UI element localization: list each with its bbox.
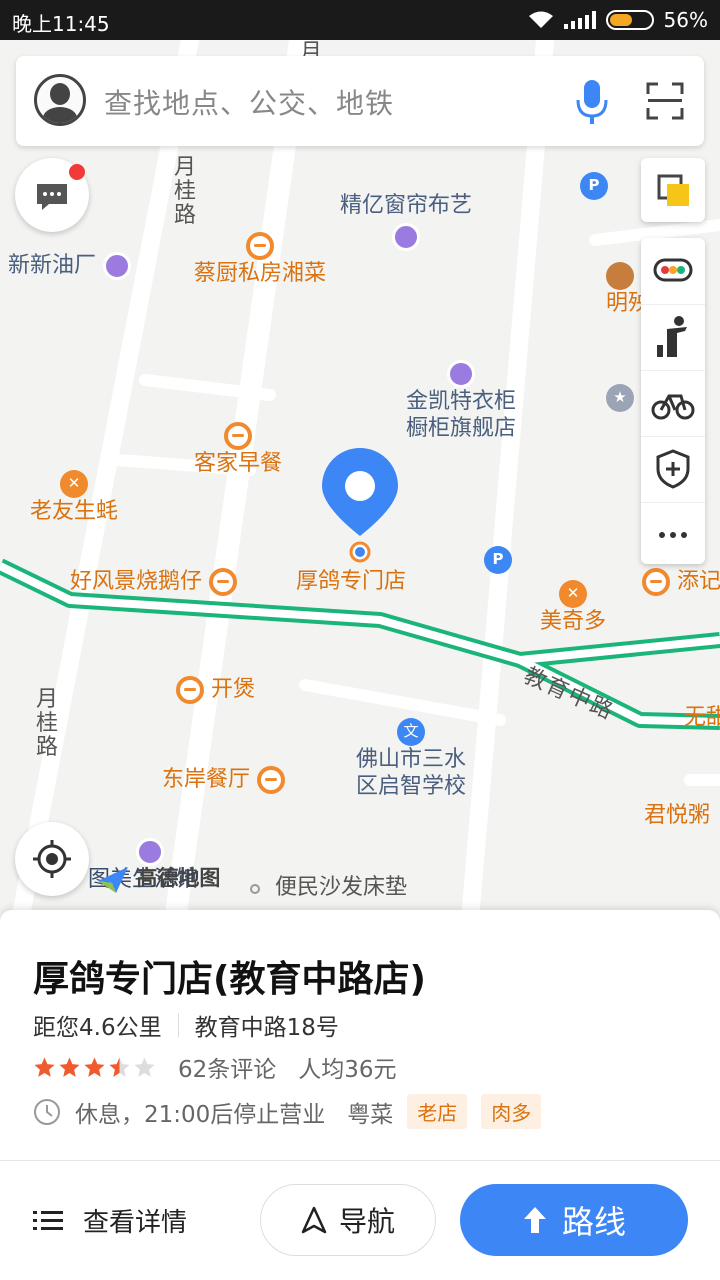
- poi-kejia[interactable]: 客家早餐: [194, 422, 282, 477]
- poi-jingyi[interactable]: 精亿窗帘布艺: [340, 192, 472, 251]
- microphone-icon[interactable]: [574, 78, 610, 126]
- map-tools: [641, 238, 705, 564]
- avatar[interactable]: [34, 74, 86, 126]
- poi-wuzhi[interactable]: 无甜: [684, 704, 720, 731]
- locate-button[interactable]: [15, 822, 89, 896]
- poi-kaibao[interactable]: 开煲: [176, 676, 255, 704]
- place-distance: 距您4.6公里: [33, 1015, 162, 1041]
- parking-icon[interactable]: P: [484, 546, 512, 574]
- star-icon: [59, 1056, 80, 1077]
- details-button[interactable]: 查看详情: [33, 1202, 187, 1239]
- street-view-button[interactable]: [641, 304, 705, 368]
- message-button[interactable]: [15, 158, 89, 232]
- restaurant-icon: [246, 232, 274, 260]
- place-card[interactable]: 厚鸽专门店(教育中路店) 距您4.6公里 教育中路18号 62条评论 人均36元…: [0, 910, 720, 1280]
- place-address: 教育中路18号: [194, 1015, 339, 1041]
- restaurant-icon: [209, 568, 238, 596]
- poi-meiqiduo[interactable]: ✕ 美奇多: [540, 580, 606, 635]
- review-count[interactable]: 62条评论: [178, 1050, 276, 1084]
- wifi-icon: [528, 11, 553, 28]
- fork-knife-icon: ✕: [60, 470, 88, 498]
- fork-knife-icon: ✕: [559, 580, 587, 608]
- school-icon: 文: [397, 718, 425, 746]
- search-bar[interactable]: 查找地点、公交、地铁: [16, 56, 704, 146]
- shop-icon: [392, 223, 420, 251]
- location-pin-icon: [322, 448, 398, 563]
- clock-icon: [34, 1098, 60, 1125]
- status-time: 晚上11:45: [12, 12, 110, 36]
- person-icon: [657, 315, 687, 357]
- battery-percent: 56%: [663, 8, 708, 32]
- search-input[interactable]: 查找地点、公交、地铁: [104, 82, 394, 122]
- poi-tianji[interactable]: 添记: [642, 568, 720, 596]
- navigate-label: 导航: [338, 1205, 395, 1238]
- poi-bianmin[interactable]: 便民沙发床垫: [250, 874, 407, 901]
- star-icon: [34, 1056, 55, 1077]
- battery-icon: [605, 10, 654, 30]
- tag-badge: 老店: [407, 1094, 468, 1129]
- restaurant-icon: [642, 568, 670, 596]
- place-category: 粤菜: [347, 1101, 394, 1128]
- star-icon: [134, 1056, 155, 1077]
- restaurant-icon: [176, 676, 204, 704]
- road-label-yuegui-top: 月桂路: [174, 155, 197, 228]
- star-icon: [84, 1056, 105, 1077]
- hotel-icon: [606, 262, 634, 290]
- shop-icon: [103, 252, 132, 280]
- poi-jinkai[interactable]: 金凯特衣柜 橱柜旗舰店: [406, 360, 516, 442]
- navigation-arrow-icon: [301, 1206, 327, 1234]
- status-bar: 晚上11:45 56%: [0, 0, 720, 40]
- more-button[interactable]: [641, 502, 705, 566]
- list-icon: [33, 1210, 63, 1230]
- rating-stars: [33, 1056, 156, 1079]
- poi-dongan[interactable]: 东岸餐厅: [162, 766, 286, 794]
- traffic-icon: [653, 258, 693, 282]
- restaurant-icon: [224, 422, 252, 450]
- poi-junyue[interactable]: 君悦粥: [644, 802, 710, 829]
- poi-xinxin[interactable]: 新新油厂: [8, 252, 132, 280]
- parking-icon[interactable]: P: [580, 172, 608, 200]
- opening-hours: 休息，21:00后停止营业: [75, 1101, 326, 1128]
- poi-target[interactable]: 厚鸽专门店: [296, 568, 406, 595]
- navigate-button[interactable]: 导航: [260, 1184, 436, 1256]
- notification-dot: [69, 164, 85, 180]
- shield-icon: [656, 448, 690, 489]
- safety-button[interactable]: [641, 436, 705, 500]
- poi-laoyou[interactable]: ✕ 老友生蚝: [30, 470, 118, 525]
- restaurant-icon: [257, 766, 286, 794]
- crosshair-icon: [33, 840, 71, 878]
- tag-badge: 肉多: [481, 1094, 542, 1129]
- more-icon: [659, 531, 687, 538]
- place-title: 厚鸽专门店(教育中路店): [33, 959, 426, 1000]
- signal-icon: [563, 11, 596, 29]
- layers-button[interactable]: [641, 158, 705, 222]
- route-button[interactable]: 路线: [460, 1184, 688, 1256]
- poi-school[interactable]: 文 佛山市三水 区启智学校: [356, 718, 466, 800]
- details-label: 查看详情: [83, 1208, 188, 1238]
- bike-icon: [651, 394, 695, 419]
- dot-icon: [250, 884, 260, 894]
- road-label-yuegui-bottom: 月桂路: [36, 687, 59, 760]
- star-poi-icon[interactable]: ★: [606, 384, 634, 412]
- shop-icon: [447, 360, 475, 388]
- layers-icon: [657, 174, 689, 206]
- poi-haofeng[interactable]: 好风景烧鹅仔: [70, 568, 238, 596]
- route-arrow-icon: [523, 1207, 546, 1233]
- poi-caichu[interactable]: 蔡厨私房湘菜: [194, 232, 326, 287]
- amap-logo: 高德地图: [96, 862, 220, 895]
- divider: [177, 1013, 179, 1037]
- route-label: 路线: [561, 1203, 626, 1241]
- bike-button[interactable]: [641, 370, 705, 434]
- amap-logo-icon: [98, 866, 128, 893]
- divider: [0, 1160, 720, 1161]
- traffic-button[interactable]: [641, 238, 705, 302]
- star-icon: [109, 1056, 130, 1077]
- scan-icon[interactable]: [646, 82, 684, 120]
- avg-price: 人均36元: [298, 1057, 397, 1083]
